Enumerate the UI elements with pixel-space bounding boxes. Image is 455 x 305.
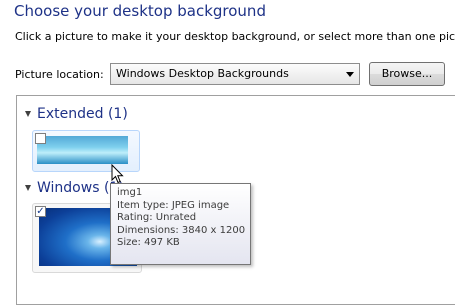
- picture-location-dropdown[interactable]: Windows Desktop Backgrounds: [110, 63, 360, 85]
- group-header-extended[interactable]: Extended (1): [23, 104, 128, 124]
- browse-button[interactable]: Browse...: [369, 62, 445, 86]
- tooltip-type: Item type: JPEG image: [117, 199, 230, 211]
- collapse-triangle-icon[interactable]: [25, 185, 31, 191]
- picture-location-label: Picture location:: [15, 68, 104, 81]
- arrow-cursor-icon: [111, 164, 124, 184]
- tooltip-rating: Rating: Unrated: [117, 212, 197, 223]
- page-subtitle: Click a picture to make it your desktop …: [15, 30, 455, 43]
- chevron-down-icon: [346, 72, 354, 77]
- wallpaper-thumbnail[interactable]: [37, 136, 128, 164]
- picture-location-value: Windows Desktop Backgrounds: [116, 67, 289, 80]
- tooltip-size: Size: 497 KB: [117, 237, 180, 248]
- image-info-tooltip: img1 Item type: JPEG image Rating: Unrat…: [110, 183, 251, 265]
- tooltip-dimensions: Dimensions: 3840 x 1200: [117, 224, 246, 236]
- collapse-triangle-icon[interactable]: [25, 111, 31, 117]
- page-title: Choose your desktop background: [14, 2, 266, 20]
- picture-checkbox[interactable]: [35, 133, 46, 144]
- group-label-extended: Extended (1): [37, 106, 128, 122]
- picture-checkbox-checked[interactable]: ✓: [35, 206, 46, 217]
- group-header-windows[interactable]: Windows (1): [23, 178, 124, 198]
- tooltip-name: img1: [117, 187, 143, 198]
